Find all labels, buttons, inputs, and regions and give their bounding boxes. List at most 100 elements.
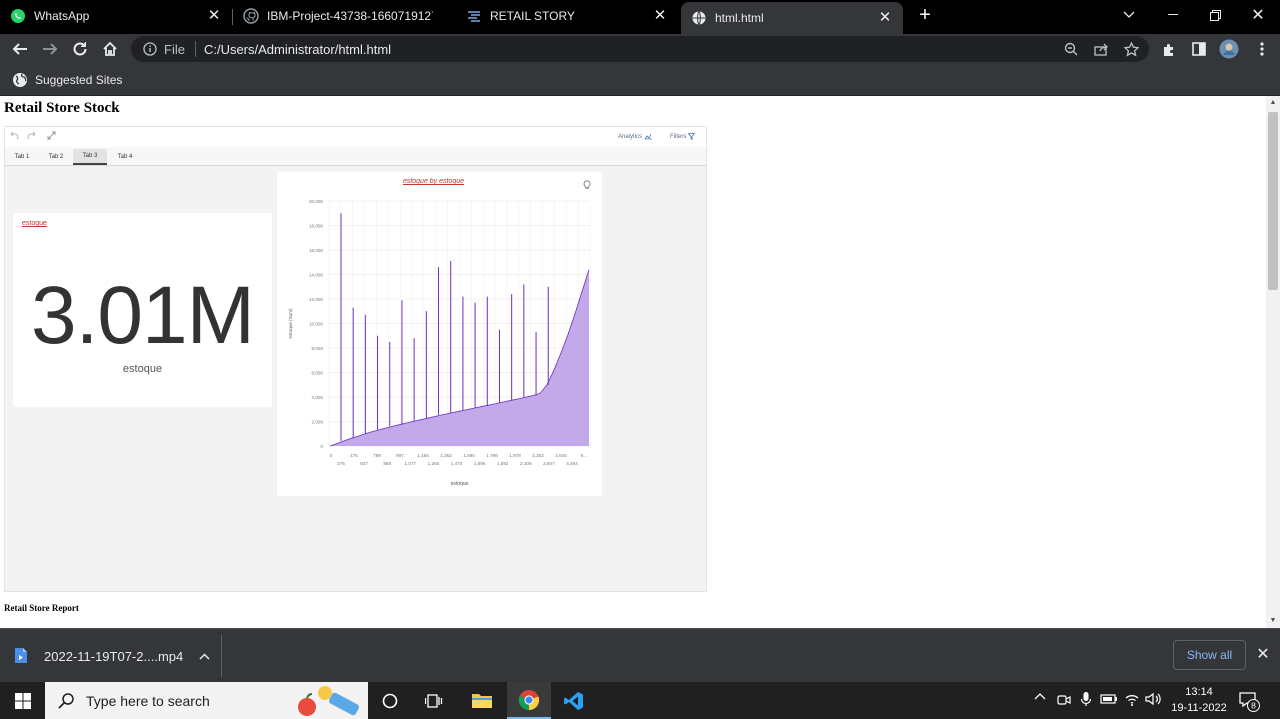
- new-tab-button[interactable]: +: [914, 5, 936, 27]
- x-tick-label: 1,882: [497, 461, 509, 466]
- bookmark-suggested-sites[interactable]: Suggested Sites: [12, 71, 122, 89]
- x-tick-label: 1,978: [509, 453, 521, 458]
- extensions-puzzle-icon[interactable]: [1157, 37, 1181, 61]
- download-filename: 2022-11-19T07-2....mp4: [44, 648, 184, 664]
- filters-button[interactable]: Filters: [670, 133, 696, 140]
- x-tick-label: 1,265: [428, 461, 440, 466]
- tab-retail-story[interactable]: RETAIL STORY ✕: [466, 0, 678, 32]
- close-icon[interactable]: ✕: [877, 10, 893, 26]
- close-icon[interactable]: ✕: [1253, 645, 1273, 665]
- file-explorer-icon[interactable]: [460, 682, 504, 719]
- x-tick-label: 2,262: [532, 453, 544, 458]
- side-panel-icon[interactable]: [1187, 37, 1211, 61]
- x-tick-label: 2,847: [543, 461, 555, 466]
- y-tick-label: 16,000: [309, 248, 323, 253]
- tab-3[interactable]: Tab 3: [73, 149, 107, 165]
- menu-kebab-icon[interactable]: [1250, 37, 1274, 61]
- wifi-icon[interactable]: [1124, 691, 1140, 710]
- site-info[interactable]: File: [143, 42, 185, 57]
- reload-icon[interactable]: [68, 37, 92, 61]
- share-icon[interactable]: [1093, 41, 1109, 57]
- close-window-button[interactable]: ✕: [1236, 0, 1280, 30]
- tab-1[interactable]: Tab 1: [5, 149, 39, 165]
- meet-now-icon[interactable]: [1056, 691, 1072, 710]
- tab-search-chevron-icon[interactable]: [1107, 0, 1151, 30]
- volume-icon[interactable]: [1145, 691, 1162, 710]
- y-tick-label: 2,000: [312, 420, 324, 425]
- x-axis-label: estoque: [451, 481, 469, 487]
- restore-button[interactable]: [1193, 0, 1237, 30]
- notification-count: 8: [1251, 701, 1256, 711]
- tray-chevron-up-icon[interactable]: [1034, 691, 1046, 706]
- close-icon[interactable]: ✕: [652, 8, 668, 24]
- y-tick-label: 12,000: [309, 297, 323, 302]
- windows-start-button[interactable]: [0, 682, 45, 719]
- kpi-widget[interactable]: estoque 3.01M estoque: [13, 213, 272, 407]
- task-view-icon[interactable]: [412, 682, 456, 719]
- tab-title: RETAIL STORY: [490, 9, 575, 23]
- x-tick-label: 375: [337, 461, 345, 466]
- windows-logo-icon: [14, 692, 31, 709]
- address-bar[interactable]: File C:/Users/Administrator/html.html: [131, 36, 1149, 62]
- scheme-label: File: [164, 41, 185, 57]
- chrome-taskbar-icon[interactable]: [507, 682, 551, 719]
- filter-funnel-icon: [688, 133, 696, 140]
- x-tick-label: 1,695: [474, 461, 486, 466]
- notification-center-icon[interactable]: 8: [1238, 690, 1260, 712]
- lightbulb-icon[interactable]: [583, 177, 593, 189]
- undo-icon[interactable]: [10, 131, 19, 141]
- x-tick-label: 1,470: [451, 461, 463, 466]
- analytics-button[interactable]: Analytics: [618, 133, 653, 140]
- tab-separator: [232, 9, 233, 25]
- area-chart-widget[interactable]: 0 2,000 4,000 6,000 8,000 10,000 12,000 14,000 1…: [277, 172, 602, 496]
- profile-avatar[interactable]: [1217, 37, 1241, 61]
- vscode-icon[interactable]: [552, 682, 596, 719]
- page-content: Retail Store Stock Analytics Filters Tab…: [0, 96, 1266, 628]
- chart-title[interactable]: estoque by estoque: [277, 178, 590, 185]
- y-axis-label: estoque (Sum): [288, 308, 293, 339]
- chevron-up-icon[interactable]: [199, 649, 210, 663]
- y-tick-label: 8,000: [312, 346, 324, 351]
- tab-github[interactable]: IBM-Project-43738-1660719127/: [243, 0, 455, 32]
- redo-icon[interactable]: [27, 131, 36, 141]
- bookmark-label: Suggested Sites: [35, 73, 123, 87]
- kpi-title[interactable]: estoque: [22, 220, 47, 227]
- page-scrollbar[interactable]: ▲ ▼: [1266, 96, 1280, 628]
- y-tick-label: 18,000: [309, 224, 323, 229]
- kpi-value: 3.01M: [31, 270, 255, 361]
- close-icon[interactable]: ✕: [206, 8, 222, 24]
- minimize-button[interactable]: [1151, 0, 1195, 30]
- x-tick-label: 6...: [581, 453, 587, 458]
- search-placeholder: Type here to search: [86, 692, 210, 709]
- show-all-button[interactable]: Show all: [1173, 640, 1246, 670]
- taskbar-clock[interactable]: 13:14 19-11-2022: [1166, 684, 1232, 716]
- taskbar-search-input[interactable]: Type here to search: [45, 682, 368, 719]
- tab-2[interactable]: Tab 2: [39, 149, 73, 165]
- y-tick-label: 14,000: [309, 273, 323, 278]
- cortana-icon[interactable]: [368, 682, 412, 719]
- x-tick-label: 637: [360, 461, 368, 466]
- scroll-down-arrow-icon[interactable]: ▼: [1266, 614, 1280, 628]
- x-tick-label: 799: [373, 453, 381, 458]
- x-tick-label: 1,077: [405, 461, 417, 466]
- tab-4[interactable]: Tab 4: [108, 149, 142, 165]
- filters-label: Filters: [670, 133, 687, 140]
- scroll-up-arrow-icon[interactable]: ▲: [1266, 96, 1280, 110]
- expand-icon[interactable]: [47, 131, 56, 142]
- battery-icon[interactable]: [1100, 691, 1118, 710]
- bookmark-star-icon[interactable]: [1123, 41, 1139, 57]
- back-arrow-icon[interactable]: [8, 37, 32, 61]
- clock-time: 13:14: [1185, 686, 1213, 698]
- download-item[interactable]: 2022-11-19T07-2....mp4: [14, 641, 210, 671]
- download-separator: [221, 635, 222, 677]
- zoom-icon[interactable]: [1063, 41, 1079, 57]
- y-tick-label: 10,000: [309, 322, 323, 327]
- home-icon[interactable]: [98, 37, 122, 61]
- scrollbar-thumb[interactable]: [1268, 112, 1278, 290]
- tab-whatsapp[interactable]: WhatsApp ✕: [10, 0, 232, 32]
- tab-html[interactable]: html.html ✕: [681, 2, 903, 34]
- dashboard-toolbar: Analytics Filters: [5, 127, 706, 147]
- forward-arrow-icon[interactable]: [38, 37, 62, 61]
- microphone-icon[interactable]: [1080, 691, 1092, 710]
- omnibox-separator: [194, 41, 196, 57]
